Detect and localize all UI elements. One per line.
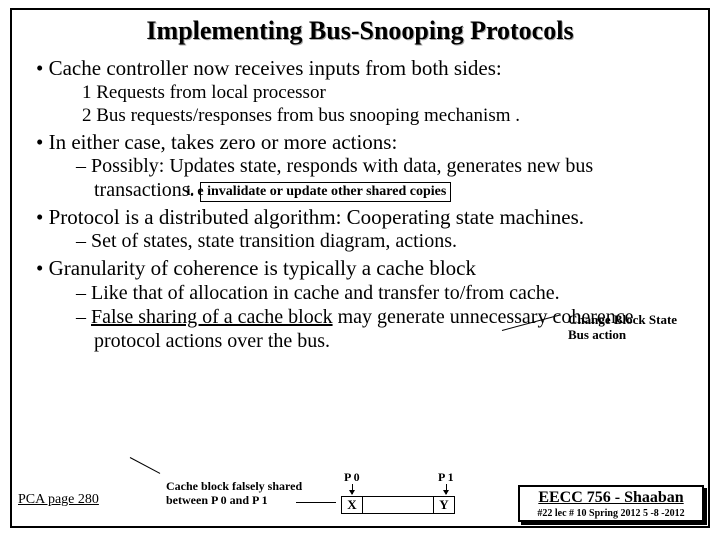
arrow-p1 — [446, 484, 447, 494]
diagram-caption-1: Cache block falsely shared — [166, 480, 302, 493]
footer-meta: #22 lec # 10 Spring 2012 5 -8 -2012 — [520, 508, 702, 519]
bullet-1: Cache controller now receives inputs fro… — [22, 56, 698, 81]
label-p0: P 0 — [344, 470, 360, 485]
diagram-leader — [296, 502, 336, 503]
label-p1: P 1 — [438, 470, 454, 485]
bullet-3: Protocol is a distributed algorithm: Coo… — [22, 205, 698, 230]
annotation-change-state: Change Block State — [568, 313, 677, 327]
diagram-caption-2: between P 0 and P 1 — [166, 494, 268, 507]
bullet-1-sub-1: 1 Requests from local processor — [22, 82, 698, 104]
arrow-p0 — [352, 484, 353, 494]
bullet-4-sub-2-underlined: False sharing of a cache block — [91, 306, 333, 328]
bullet-3-sub-1: Set of states, state transition diagram,… — [22, 230, 698, 254]
bullet-4-sub-1: Like that of allocation in cache and tra… — [22, 282, 698, 306]
leader-line — [130, 457, 160, 474]
box-gap — [363, 496, 433, 514]
slide-title: Implementing Bus-Snooping Protocols — [22, 16, 698, 46]
bullet-1-sub-2: 2 Bus requests/responses from bus snoopi… — [22, 105, 698, 127]
box-y: Y — [433, 496, 455, 514]
bullet-list: Cache controller now receives inputs fro… — [22, 56, 698, 353]
inline-note-box: i. e invalidate or update other shared c… — [200, 182, 452, 203]
box-x: X — [341, 496, 363, 514]
slide-frame: Implementing Bus-Snooping Protocols Cach… — [10, 8, 710, 528]
bullet-2-sub-1: Possibly: Updates state, responds with d… — [22, 155, 698, 202]
footer-course-box: EECC 756 - Shaaban #22 lec # 10 Spring 2… — [518, 485, 704, 522]
bullet-4: Granularity of coherence is typically a … — [22, 256, 698, 281]
bullet-2: In either case, takes zero or more actio… — [22, 130, 698, 155]
false-sharing-diagram: Cache block falsely shared between P 0 a… — [166, 472, 526, 520]
footer-page-ref: PCA page 280 — [18, 492, 99, 508]
annotation-bus-action: Bus action — [568, 328, 626, 342]
footer-course: EECC 756 - Shaaban — [520, 489, 702, 507]
